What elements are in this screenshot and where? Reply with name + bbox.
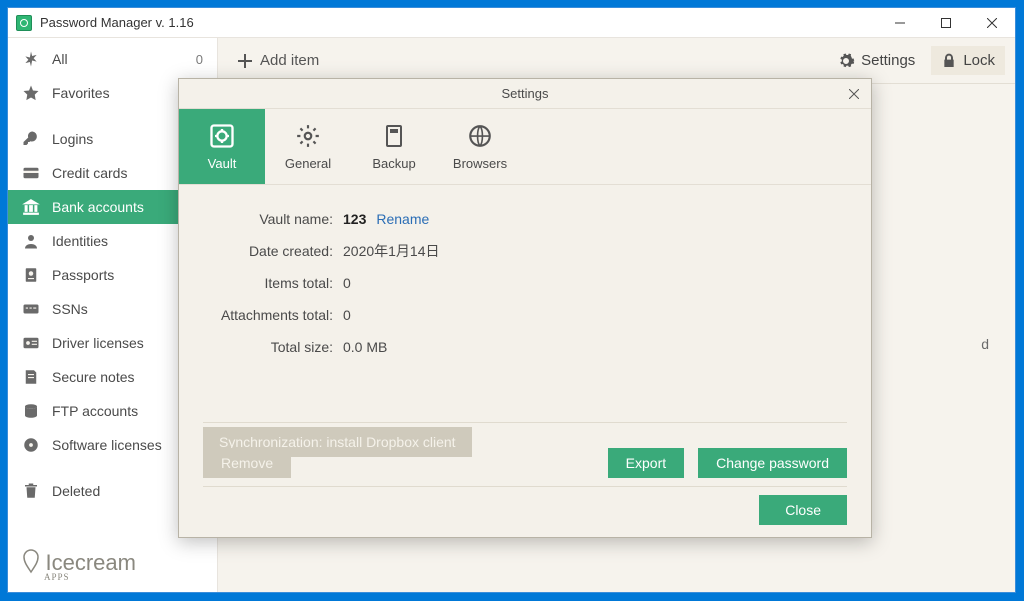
sidebar-item-label: Deleted <box>52 483 100 499</box>
settings-button[interactable]: Settings <box>827 46 925 76</box>
sidebar-item-label: Favorites <box>52 85 110 101</box>
tab-backup[interactable]: Backup <box>351 109 437 184</box>
items-total-value: 0 <box>343 275 351 291</box>
sidebar-item-all[interactable]: All 0 <box>8 42 217 76</box>
rename-link[interactable]: Rename <box>376 211 429 227</box>
gear-icon <box>837 52 855 70</box>
tab-browsers[interactable]: Browsers <box>437 109 523 184</box>
panel-separator <box>203 422 847 423</box>
settings-tabs: Vault General Backup Browsers <box>179 109 871 185</box>
change-password-button[interactable]: Change password <box>698 448 847 478</box>
person-icon <box>22 232 40 250</box>
attachments-total-value: 0 <box>343 307 351 323</box>
close-window-button[interactable] <box>969 8 1015 38</box>
dialog-close-button[interactable] <box>843 83 865 105</box>
sidebar-item-label: Bank accounts <box>52 199 144 215</box>
app-title: Password Manager v. 1.16 <box>40 15 194 30</box>
id-card-icon <box>22 334 40 352</box>
sidebar-item-label: Credit cards <box>52 165 127 181</box>
dialog-title: Settings <box>179 79 871 109</box>
lock-button[interactable]: Lock <box>931 46 1005 75</box>
titlebar: Password Manager v. 1.16 <box>8 8 1015 38</box>
sidebar-item-label: Logins <box>52 131 93 147</box>
credit-card-icon <box>22 164 40 182</box>
ssn-icon <box>22 300 40 318</box>
vault-name-label: Vault name: <box>203 211 343 227</box>
close-icon <box>849 89 859 99</box>
sidebar-item-label: Identities <box>52 233 108 249</box>
sidebar-item-label: SSNs <box>52 301 88 317</box>
note-icon <box>22 368 40 386</box>
total-size-value: 0.0 MB <box>343 339 387 355</box>
date-created-label: Date created: <box>203 243 343 259</box>
sidebar-item-label: Secure notes <box>52 369 135 385</box>
gear-icon <box>294 122 322 150</box>
settings-dialog: Settings Vault General Backup Browsers <box>178 78 872 538</box>
disc-icon <box>22 436 40 454</box>
sidebar-item-count: 0 <box>196 52 203 67</box>
lock-icon <box>941 53 957 69</box>
dialog-title-text: Settings <box>502 86 549 101</box>
add-item-button[interactable]: Add item <box>228 46 329 75</box>
close-icon <box>987 18 997 28</box>
obscured-text: d <box>981 336 989 352</box>
app-window: Password Manager v. 1.16 All 0 Favorites <box>7 7 1016 593</box>
total-size-label: Total size: <box>203 339 343 355</box>
tab-label: Backup <box>372 156 415 171</box>
sidebar-item-label: Passports <box>52 267 114 283</box>
tab-label: General <box>285 156 331 171</box>
bank-icon <box>22 198 40 216</box>
server-icon <box>22 402 40 420</box>
passport-icon <box>22 266 40 284</box>
backup-icon <box>380 122 408 150</box>
export-button[interactable]: Export <box>608 448 684 478</box>
maximize-icon <box>941 18 951 28</box>
attachments-total-label: Attachments total: <box>203 307 343 323</box>
remove-button[interactable]: Remove <box>203 448 291 478</box>
maximize-button[interactable] <box>923 8 969 38</box>
globe-icon <box>466 122 494 150</box>
settings-label: Settings <box>861 52 915 69</box>
app-icon <box>16 15 32 31</box>
vault-icon <box>208 122 236 150</box>
tab-label: Vault <box>208 156 237 171</box>
tab-vault[interactable]: Vault <box>179 109 265 184</box>
sidebar-item-label: FTP accounts <box>52 403 138 419</box>
close-button[interactable]: Close <box>759 495 847 525</box>
vault-panel: Vault name: 123 Rename Date created: 202… <box>179 185 871 537</box>
brand-logo: Icecream APPS <box>22 548 136 582</box>
trash-icon <box>22 482 40 500</box>
vault-name-value: 123 <box>343 211 366 227</box>
sidebar-item-label: All <box>52 51 68 67</box>
minimize-button[interactable] <box>877 8 923 38</box>
tab-label: Browsers <box>453 156 507 171</box>
lock-label: Lock <box>963 52 995 69</box>
minimize-icon <box>895 18 905 28</box>
items-total-label: Items total: <box>203 275 343 291</box>
key-icon <box>22 130 40 148</box>
sidebar-item-label: Software licenses <box>52 437 162 453</box>
icecream-icon <box>22 548 40 574</box>
sidebar-item-label: Driver licenses <box>52 335 144 351</box>
date-created-value: 2020年1月14日 <box>343 241 440 261</box>
asterisk-icon <box>22 50 40 68</box>
star-icon <box>22 84 40 102</box>
plus-icon <box>238 54 252 68</box>
add-item-label: Add item <box>260 52 319 69</box>
tab-general[interactable]: General <box>265 109 351 184</box>
